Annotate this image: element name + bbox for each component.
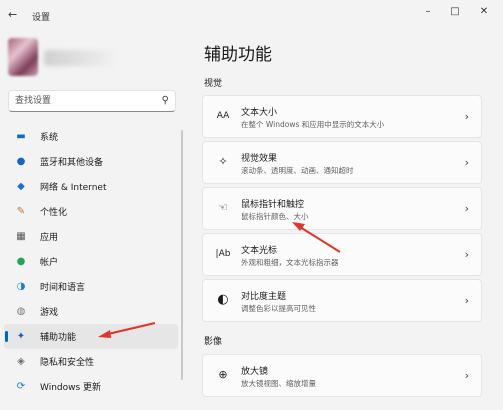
text-size-icon: AA xyxy=(216,111,230,121)
page-title: 辅助功能 xyxy=(204,45,272,65)
bluetooth-icon: ● xyxy=(16,156,26,167)
monitor-icon: ▬ xyxy=(16,131,26,142)
vision-settings-list: AA 文本大小 在整个 Windows 和应用中显示的文本大小 › ✧ 视觉效果… xyxy=(202,95,482,325)
person-icon: ● xyxy=(16,256,26,267)
setting-contrast-themes[interactable]: ◐ 对比度主题 调整色彩以提高可见性 › xyxy=(202,279,482,322)
setting-title: 鼠标指针和触控 xyxy=(241,200,305,210)
avatar xyxy=(8,38,38,76)
shield-icon: ◈ xyxy=(17,356,25,367)
sidebar-item-label: 应用 xyxy=(40,233,59,243)
search-icon[interactable]: ⚲ xyxy=(162,95,169,106)
chevron-right-icon: › xyxy=(464,110,469,123)
pointer-icon: ☜ xyxy=(218,201,228,214)
chevron-right-icon: › xyxy=(464,156,469,169)
close-button[interactable]: ✕ xyxy=(477,6,491,17)
sidebar-item-label: 帐户 xyxy=(40,258,59,268)
chevron-right-icon: › xyxy=(464,202,469,215)
chevron-right-icon: › xyxy=(464,248,469,261)
setting-title: 视觉效果 xyxy=(241,154,278,164)
sidebar-item-label: 系统 xyxy=(40,133,59,143)
globe-icon: ◑ xyxy=(16,281,26,292)
chevron-right-icon: › xyxy=(464,369,469,382)
sidebar-item-system[interactable]: ▬ 系统 xyxy=(4,124,178,149)
setting-title: 文本大小 xyxy=(241,108,278,118)
sidebar-item-label: 时间和语言 xyxy=(40,283,86,293)
sidebar-item-time-language[interactable]: ◑ 时间和语言 xyxy=(4,274,178,299)
setting-mouse-pointer-touch[interactable]: ☜ 鼠标指针和触控 鼠标指针颜色、大小 › xyxy=(202,187,482,230)
sidebar-item-windows-update[interactable]: ⟳ Windows 更新 xyxy=(4,374,178,399)
gamepad-icon: ◍ xyxy=(16,306,26,317)
sidebar-item-label: 网络 & Internet xyxy=(40,183,107,193)
sidebar-item-label: 蓝牙和其他设备 xyxy=(40,158,104,168)
sidebar-item-label: 个性化 xyxy=(40,208,68,218)
contrast-icon: ◐ xyxy=(217,292,229,307)
setting-text-cursor[interactable]: |Ab 文本光标 外观和粗细，文本光标指示器 › xyxy=(202,233,482,276)
setting-title: 对比度主题 xyxy=(241,292,287,302)
apps-icon: ▦ xyxy=(16,231,26,242)
sidebar-scrollbar[interactable] xyxy=(181,130,183,380)
sidebar-item-accessibility[interactable]: ✦ 辅助功能 xyxy=(4,324,178,349)
search-input[interactable] xyxy=(15,94,155,108)
hearing-settings-list: ⊕ 放大镜 放大镜视图、缩放增量 › xyxy=(202,354,482,400)
setting-visual-effects[interactable]: ✧ 视觉效果 滚动条、透明度、动画、通知超时 › xyxy=(202,141,482,184)
sidebar-item-bluetooth[interactable]: ● 蓝牙和其他设备 xyxy=(4,149,178,174)
maximize-button[interactable]: □ xyxy=(448,6,462,17)
window-title: 设置 xyxy=(32,13,51,23)
chevron-right-icon: › xyxy=(464,294,469,307)
sidebar-item-label: 辅助功能 xyxy=(40,333,77,343)
title-bar: ← 设置 – □ ✕ xyxy=(0,0,503,30)
accessibility-icon: ✦ xyxy=(16,331,26,342)
sparkle-icon: ✧ xyxy=(218,155,228,168)
update-icon: ⟳ xyxy=(16,381,26,392)
sidebar-item-accounts[interactable]: ● 帐户 xyxy=(4,249,178,274)
setting-subtitle: 鼠标指针颜色、大小 xyxy=(241,212,309,221)
sidebar-item-network[interactable]: ◆ 网络 & Internet xyxy=(4,174,178,199)
magnifier-icon: ⊕ xyxy=(218,368,228,381)
active-indicator xyxy=(5,331,8,342)
minimize-button[interactable]: – xyxy=(421,6,435,17)
user-name-blurred xyxy=(44,50,114,66)
wifi-icon: ◆ xyxy=(17,181,25,192)
setting-title: 放大镜 xyxy=(241,367,269,377)
brush-icon: ✎ xyxy=(16,206,26,217)
back-arrow-icon[interactable]: ← xyxy=(8,8,17,21)
sidebar-item-label: Windows 更新 xyxy=(40,383,102,393)
setting-subtitle: 滚动条、透明度、动画、通知超时 xyxy=(241,166,354,175)
sidebar-item-privacy[interactable]: ◈ 隐私和安全性 xyxy=(4,349,178,374)
section-header-vision: 视觉 xyxy=(204,79,223,89)
setting-subtitle: 在整个 Windows 和应用中显示的文本大小 xyxy=(241,120,385,129)
sidebar-item-apps[interactable]: ▦ 应用 xyxy=(4,224,178,249)
setting-subtitle: 调整色彩以提高可见性 xyxy=(241,304,316,313)
text-cursor-icon: |Ab xyxy=(215,249,231,259)
sidebar-nav: ▬ 系统 ● 蓝牙和其他设备 ◆ 网络 & Internet ✎ 个性化 ▦ 应… xyxy=(4,124,178,399)
setting-subtitle: 放大镜视图、缩放增量 xyxy=(241,379,316,388)
section-header-hearing: 影像 xyxy=(204,337,223,347)
setting-magnifier[interactable]: ⊕ 放大镜 放大镜视图、缩放增量 › xyxy=(202,354,482,397)
sidebar-item-label: 隐私和安全性 xyxy=(40,358,95,368)
setting-text-size[interactable]: AA 文本大小 在整个 Windows 和应用中显示的文本大小 › xyxy=(202,95,482,138)
sidebar-item-personalization[interactable]: ✎ 个性化 xyxy=(4,199,178,224)
search-box[interactable]: ⚲ xyxy=(8,90,176,112)
sidebar-item-gaming[interactable]: ◍ 游戏 xyxy=(4,299,178,324)
sidebar-item-label: 游戏 xyxy=(40,308,59,318)
setting-subtitle: 外观和粗细，文本光标指示器 xyxy=(241,258,339,267)
setting-title: 文本光标 xyxy=(241,246,278,256)
